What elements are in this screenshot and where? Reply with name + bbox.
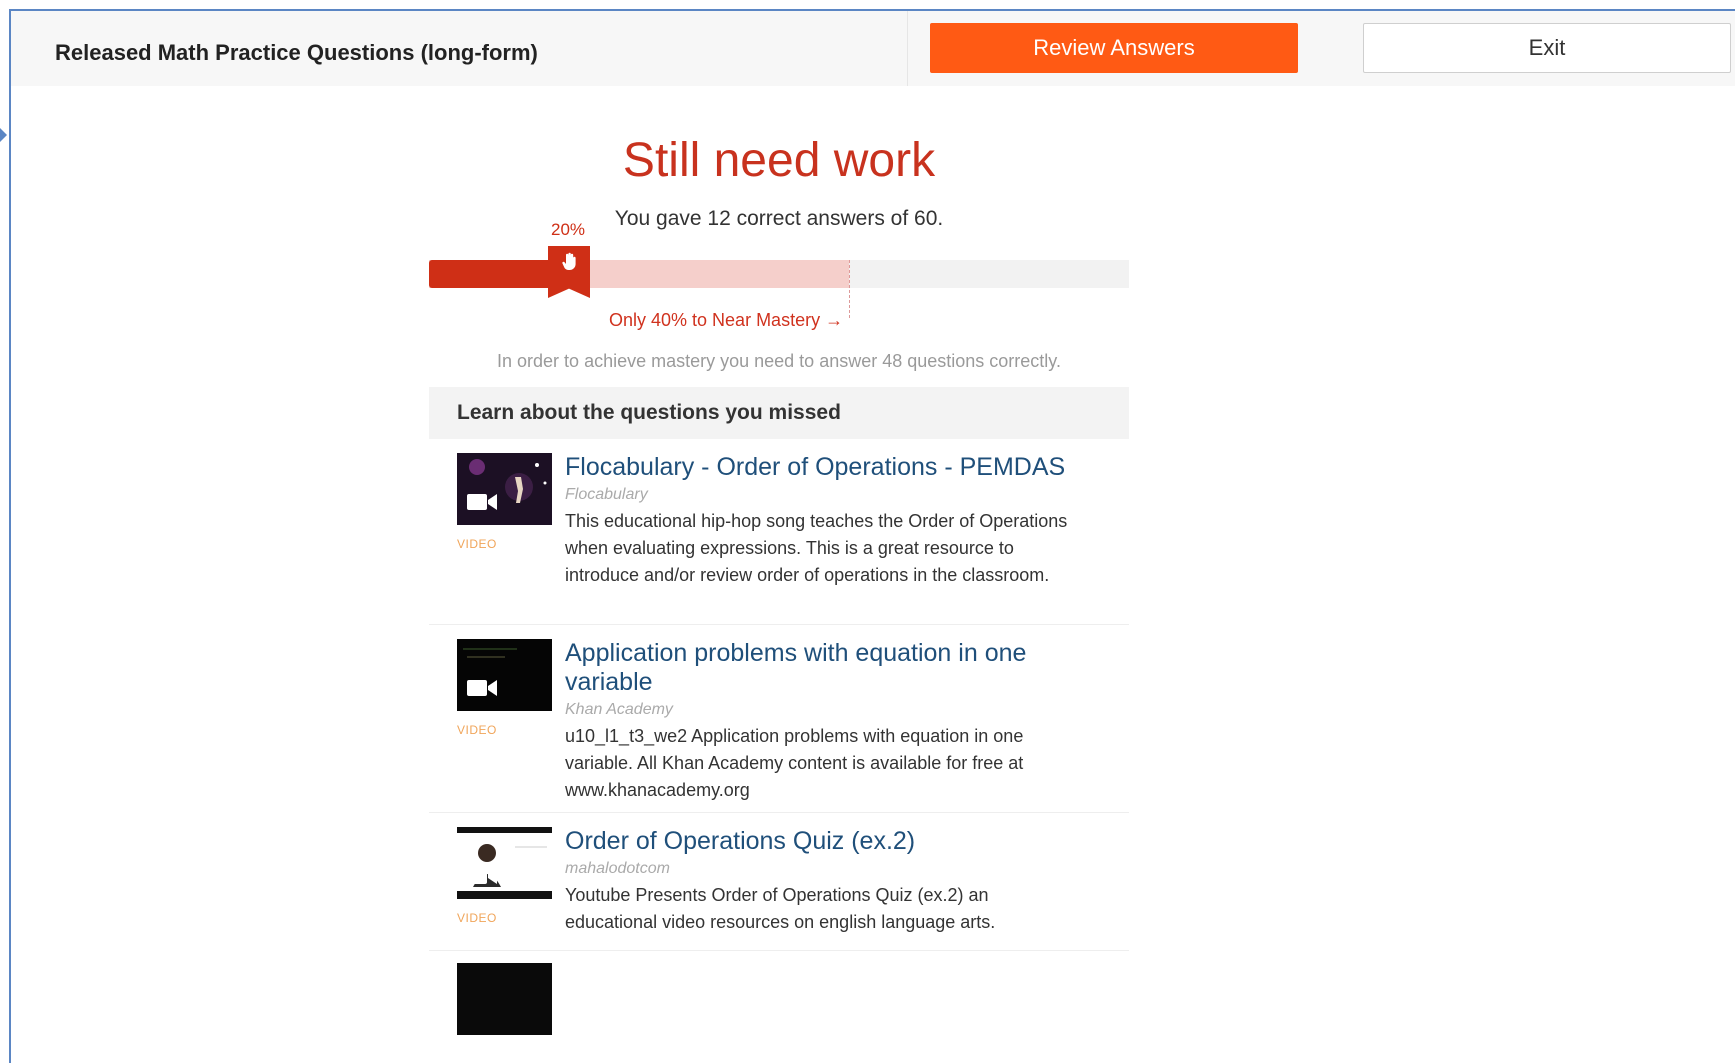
resource-description: This educational hip-hop song teaches th… (565, 511, 1068, 585)
resource-type-label: VIDEO (457, 723, 497, 737)
header-divider (907, 11, 908, 86)
resource-title-link[interactable]: Flocabulary - Order of Operations - PEMD… (565, 453, 1085, 482)
near-mastery-text: Only 40% to Near Mastery → (609, 310, 844, 330)
video-thumbnail[interactable] (457, 827, 552, 899)
resource-body: Order of Operations Quiz (ex.2) mahalodo… (565, 827, 1085, 936)
resource-type-label: VIDEO (457, 911, 497, 925)
video-thumbnail[interactable] (457, 963, 552, 1035)
resource-type-label: VIDEO (457, 537, 497, 551)
resource-title-link[interactable]: Order of Operations Quiz (ex.2) (565, 827, 1085, 856)
result-status-title: Still need work (622, 134, 936, 187)
target-marker-line (849, 260, 850, 318)
video-camera-icon (467, 868, 497, 884)
resource-source: Khan Academy (565, 701, 673, 718)
exit-button[interactable]: Exit (1363, 23, 1731, 73)
video-thumbnail[interactable] (457, 453, 552, 525)
thumbnail-art (457, 453, 552, 525)
resource-title-link[interactable]: Application problems with equation in on… (565, 639, 1085, 697)
learn-section-title: Learn about the questions you missed (457, 401, 841, 424)
page-title: Released Math Practice Questions (long-f… (55, 40, 538, 65)
resource-source: mahalodotcom (565, 860, 670, 877)
resource-item-partial[interactable] (429, 963, 1129, 1035)
current-percent-label: 20% (551, 220, 586, 239)
mastery-requirement-note: In order to achieve mastery you need to … (497, 351, 1061, 371)
resource-description: Youtube Presents Order of Operations Qui… (565, 885, 996, 932)
resource-body: Flocabulary - Order of Operations - PEMD… (565, 453, 1085, 589)
learn-section-header: Learn about the questions you missed (429, 387, 1129, 439)
video-camera-icon (467, 494, 497, 510)
review-answers-button[interactable]: Review Answers (930, 23, 1298, 73)
thumbnail-art (457, 639, 552, 711)
result-summary: You gave 12 correct answers of 60. (614, 207, 944, 230)
mastery-progress: 20% Only 40% to Near Mastery → (429, 220, 1129, 346)
resource-item[interactable]: VIDEO Application problems with equation… (429, 639, 1129, 813)
resource-description: u10_l1_t3_we2 Application problems with … (565, 726, 1024, 800)
left-edge-arrow-icon (0, 128, 7, 142)
resource-body: Application problems with equation in on… (565, 639, 1085, 804)
progress-marker (548, 246, 590, 298)
video-camera-icon (467, 680, 497, 696)
app-frame: Released Math Practice Questions (long-f… (9, 9, 1735, 1063)
resource-source: Flocabulary (565, 486, 648, 503)
video-thumbnail[interactable] (457, 639, 552, 711)
hand-icon (562, 252, 576, 270)
thumbnail-art (457, 827, 552, 899)
resource-item[interactable]: VIDEO Order of Operations Quiz (ex.2) ma… (429, 827, 1129, 951)
resource-item[interactable]: VIDEO Flocabulary - Order of Operations … (429, 453, 1129, 625)
header-bar: Released Math Practice Questions (long-f… (11, 11, 1735, 86)
